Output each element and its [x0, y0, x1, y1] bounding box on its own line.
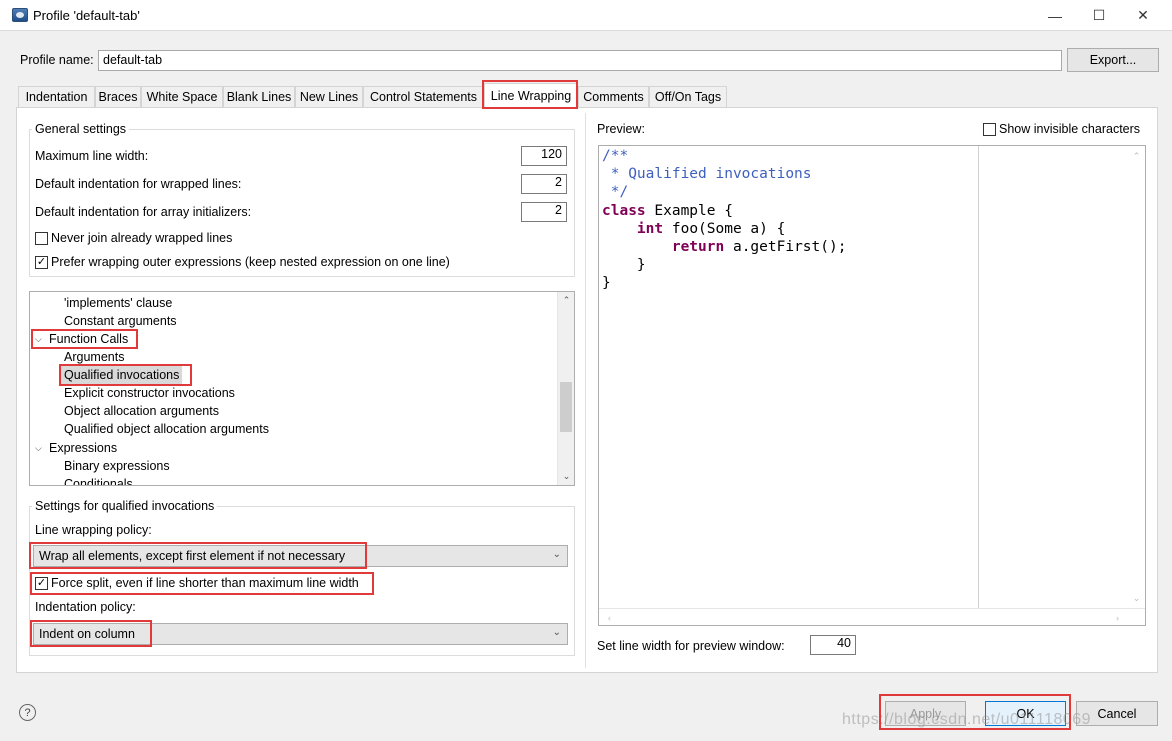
scroll-up-arrow-icon[interactable]: ⌃	[1128, 148, 1145, 165]
tab-comments[interactable]: Comments	[578, 86, 649, 107]
code-line-7: }	[602, 257, 646, 274]
tab-new-lines[interactable]: New Lines	[295, 86, 363, 107]
export-button[interactable]: Export...	[1067, 48, 1159, 72]
tab-line-wrapping[interactable]: Line Wrapping	[484, 83, 578, 108]
force-split-checkbox[interactable]: ✓	[35, 577, 48, 590]
tab-indentation[interactable]: Indentation	[18, 86, 95, 107]
code-keyword-int: int	[636, 220, 664, 237]
preview-line-width-label: Set line width for preview window:	[597, 639, 785, 653]
tree-scroll-thumb[interactable]	[560, 382, 572, 432]
array-indent-input[interactable]: 2	[521, 202, 567, 222]
tree-item-constant-arguments[interactable]: Constant arguments	[64, 312, 177, 330]
chevron-down-icon: ⌄	[552, 549, 561, 560]
prefer-outer-checkbox[interactable]: ✓	[35, 256, 48, 269]
max-line-width-input[interactable]: 120	[521, 146, 567, 166]
never-join-checkbox[interactable]	[35, 232, 48, 245]
code-line-4: Example {	[645, 202, 733, 219]
watermark: https://blog.csdn.net/u011118069	[842, 711, 1092, 728]
scroll-left-arrow-icon[interactable]: ‹	[601, 609, 618, 625]
never-join-label: Never join already wrapped lines	[51, 231, 233, 245]
preview-line-width-input[interactable]: 40	[810, 635, 856, 655]
help-icon[interactable]: ?	[19, 704, 36, 721]
indentation-policy-value: Indent on column	[39, 627, 135, 641]
tab-control-statements[interactable]: Control Statements	[363, 86, 484, 107]
scroll-down-arrow-icon[interactable]: ⌄	[558, 468, 574, 485]
scroll-right-arrow-icon[interactable]: ›	[1109, 609, 1126, 625]
scroll-down-arrow-icon[interactable]: ⌄	[1128, 590, 1145, 607]
close-button[interactable]: ✕	[1120, 0, 1166, 31]
wrapped-indent-label: Default indentation for wrapped lines:	[35, 177, 242, 191]
preview-vscroll[interactable]: ⌃ ⌄	[1128, 146, 1145, 608]
wrapped-indent-input[interactable]: 2	[521, 174, 567, 194]
minimize-button[interactable]: —	[1032, 0, 1078, 31]
code-line-5: foo(Some a) {	[663, 220, 786, 237]
show-invisible-label: Show invisible characters	[999, 122, 1141, 136]
tree-item-qualified-object-allocation[interactable]: Qualified object allocation arguments	[64, 420, 269, 438]
tab-off-on-tags[interactable]: Off/On Tags	[649, 86, 727, 107]
title-bar: Profile 'default-tab' — ☐ ✕	[0, 0, 1172, 31]
tree-scrollbar[interactable]: ⌃ ⌄	[557, 292, 574, 485]
print-margin-line	[978, 146, 979, 608]
window-title: Profile 'default-tab'	[33, 8, 140, 23]
scroll-up-arrow-icon[interactable]: ⌃	[558, 292, 574, 309]
chevron-down-icon[interactable]: ⌵	[35, 334, 42, 345]
prefer-outer-label: Prefer wrapping outer expressions (keep …	[51, 255, 450, 269]
wrapping-policy-label: Line wrapping policy:	[35, 523, 152, 537]
indentation-policy-dropdown[interactable]: Indent on column ⌄	[33, 623, 568, 645]
show-invisible-checkbox[interactable]	[983, 123, 996, 136]
tab-braces[interactable]: Braces	[95, 86, 141, 107]
vertical-divider	[585, 113, 586, 668]
tree-item-expressions[interactable]: Expressions	[49, 439, 117, 457]
tree-item-binary-expressions[interactable]: Binary expressions	[64, 457, 170, 475]
code-line-3: */	[602, 184, 629, 201]
code-line-1: /**	[602, 148, 629, 164]
tree-item-explicit-constructor[interactable]: Explicit constructor invocations	[64, 384, 235, 402]
profile-name-label: Profile name:	[20, 53, 94, 67]
chevron-down-icon[interactable]: ⌵	[35, 443, 42, 454]
tree-item-function-calls[interactable]: Function Calls	[49, 330, 128, 348]
preview-hscroll[interactable]: ‹ ›	[599, 608, 1145, 625]
tab-blank-lines[interactable]: Blank Lines	[223, 86, 295, 107]
code-keyword-return: return	[671, 239, 725, 256]
code-keyword-class: class	[602, 202, 646, 219]
maximize-button[interactable]: ☐	[1076, 0, 1122, 31]
code-line-8: }	[602, 275, 611, 292]
general-settings-title: General settings	[32, 122, 130, 136]
wrapping-policy-dropdown[interactable]: Wrap all elements, except first element …	[33, 545, 568, 567]
wrapping-policy-value: Wrap all elements, except first element …	[39, 549, 346, 563]
qualified-settings-title: Settings for qualified invocations	[32, 499, 218, 513]
eclipse-app-icon	[12, 8, 28, 22]
force-split-label: Force split, even if line shorter than m…	[51, 576, 359, 590]
wrapping-category-tree[interactable]: 'implements' clause Constant arguments ⌵…	[29, 291, 575, 486]
code-line-2: * Qualified invocations	[602, 166, 812, 183]
tree-item-conditionals[interactable]: Conditionals	[64, 475, 133, 485]
tree-item-qualified-invocations[interactable]: Qualified invocations	[61, 366, 183, 384]
tab-white-space[interactable]: White Space	[141, 86, 223, 107]
preview-label: Preview:	[597, 122, 645, 136]
tree-item-implements[interactable]: 'implements' clause	[64, 294, 172, 312]
profile-name-input[interactable]: default-tab	[98, 50, 1062, 71]
max-line-width-label: Maximum line width:	[35, 149, 149, 163]
array-indent-label: Default indentation for array initialize…	[35, 205, 252, 219]
code-line-6: a.getFirst();	[724, 239, 847, 256]
indentation-policy-label: Indentation policy:	[35, 600, 136, 614]
tree-item-arguments[interactable]: Arguments	[64, 348, 124, 366]
preview-code: /** * Qualified invocations */ class Exa…	[602, 147, 846, 293]
chevron-down-icon: ⌄	[552, 627, 561, 638]
tree-item-object-allocation[interactable]: Object allocation arguments	[64, 402, 219, 420]
preview-editor[interactable]: /** * Qualified invocations */ class Exa…	[598, 145, 1146, 626]
